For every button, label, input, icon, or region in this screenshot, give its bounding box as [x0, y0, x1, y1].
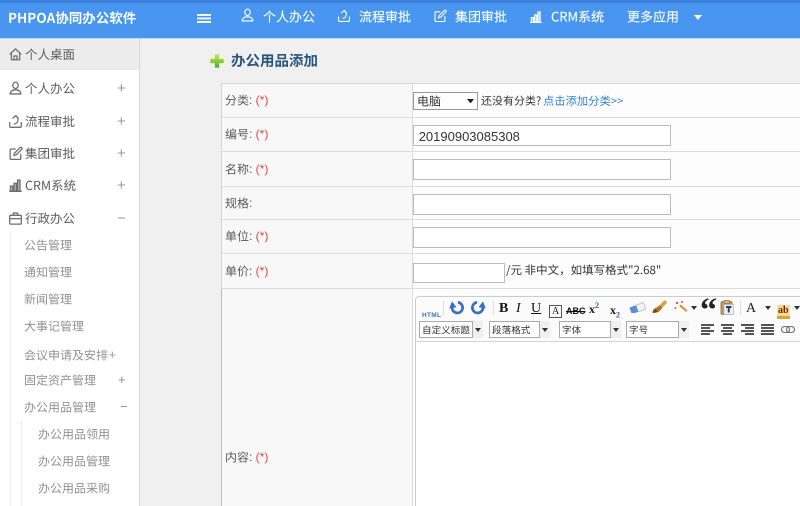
svg-text:“: “ [700, 297, 717, 315]
